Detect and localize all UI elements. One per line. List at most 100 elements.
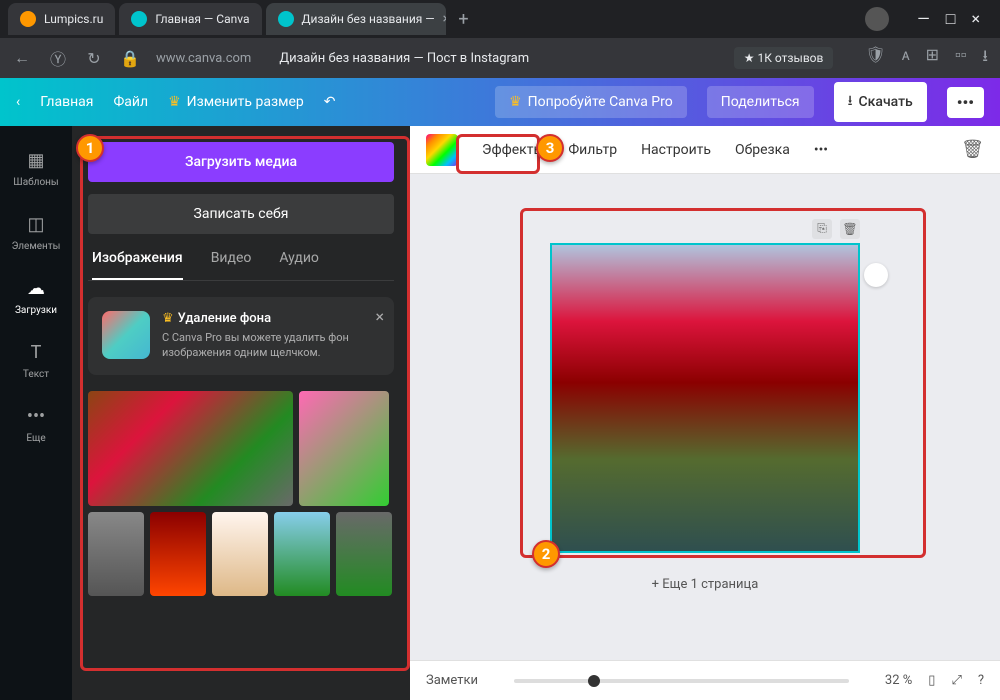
address-bar: ← Ⓨ ↻ 🔒 www.canva.com Дизайн без названи…	[0, 38, 1000, 78]
slider-thumb[interactable]	[588, 675, 600, 687]
crop-button[interactable]: Обрезка	[735, 142, 790, 158]
new-tab-button[interactable]: +	[450, 5, 478, 33]
page-title: Дизайн без названия — Пост в Instagram	[279, 51, 529, 66]
bg-remove-promo: ♛Удаление фона С Canva Pro вы можете уда…	[88, 297, 394, 375]
bottom-bar: Заметки 32 % ▯ ⤢ ?	[410, 660, 1000, 700]
download-button[interactable]: ⭳Скачать	[834, 82, 927, 122]
add-page-button[interactable]: + Еще 1 страница	[652, 577, 759, 592]
rail-elements[interactable]: ◫Элементы	[0, 202, 72, 262]
upload-thumbnail[interactable]	[88, 391, 293, 506]
rotate-handle[interactable]	[864, 263, 888, 287]
cloud-upload-icon: ☁	[24, 277, 48, 301]
help-icon[interactable]: ?	[978, 673, 984, 688]
rail-text[interactable]: TТекст	[0, 330, 72, 390]
upload-thumbnail[interactable]	[336, 512, 392, 596]
more-icon: •••	[24, 405, 48, 429]
close-icon[interactable]: ×	[375, 307, 384, 326]
selected-image[interactable]	[550, 243, 860, 553]
uploads-panel: Загрузить медиа Записать себя Изображени…	[72, 126, 410, 700]
upload-thumbnail[interactable]	[150, 512, 206, 596]
color-picker[interactable]	[426, 134, 458, 166]
zoom-value[interactable]: 32 %	[885, 673, 912, 688]
file-menu[interactable]: Файл	[113, 94, 148, 110]
profile-avatar[interactable]	[865, 7, 889, 31]
media-tabs: Изображения Видео Аудио	[88, 250, 394, 281]
tab-label: Дизайн без названия —	[302, 12, 435, 26]
maximize-icon[interactable]: □	[946, 9, 956, 29]
marker-1: 1	[76, 134, 104, 162]
promo-desc: С Canva Pro вы можете удалить фон изобра…	[162, 330, 380, 361]
marker-3: 3	[536, 134, 564, 162]
upload-thumbnail[interactable]	[212, 512, 268, 596]
upload-thumbnail[interactable]	[88, 512, 144, 596]
upload-thumbnail[interactable]	[299, 391, 389, 506]
translate-icon[interactable]: ᴀ	[902, 45, 910, 72]
delete-page-icon[interactable]: 🗑	[840, 219, 860, 239]
collections-icon[interactable]: ▫▫	[955, 45, 966, 72]
resize-button[interactable]: ♛Изменить размер	[168, 94, 304, 110]
page-grid-icon[interactable]: ▯	[928, 673, 935, 688]
filter-button[interactable]: Фильтр	[568, 142, 617, 158]
favicon	[20, 11, 36, 27]
try-pro-button[interactable]: ♛Попробуйте Canva Pro	[495, 86, 687, 118]
promo-icon	[102, 311, 150, 359]
undo-icon[interactable]: ↶	[324, 94, 336, 110]
upload-thumbnail[interactable]	[274, 512, 330, 596]
reload-icon[interactable]: ↻	[84, 49, 104, 68]
thumbnail-grid	[88, 391, 394, 596]
browser-tab[interactable]: Lumpics.ru	[8, 3, 115, 35]
record-yourself-button[interactable]: Записать себя	[88, 194, 394, 234]
url-text[interactable]: www.canva.com	[156, 51, 251, 66]
duplicate-page-icon[interactable]: ⎘	[812, 219, 832, 239]
image-toolbar: Эффекты Фильтр Настроить Обрезка ••• 🗑	[410, 126, 1000, 174]
left-rail: ▦Шаблоны ◫Элементы ☁Загрузки TТекст •••Е…	[0, 126, 72, 700]
app-header: ‹ Главная Файл ♛Изменить размер ↶ ♛Попро…	[0, 78, 1000, 126]
lock-icon: 🔒	[120, 49, 140, 68]
browser-tab[interactable]: Главная — Canva	[119, 3, 261, 35]
rail-uploads[interactable]: ☁Загрузки	[0, 266, 72, 326]
canvas-area: Эффекты Фильтр Настроить Обрезка ••• 🗑 ⎘…	[410, 126, 1000, 700]
browser-tab-active[interactable]: Дизайн без названия — ×	[266, 3, 446, 35]
adjust-button[interactable]: Настроить	[641, 142, 711, 158]
tab-video[interactable]: Видео	[211, 250, 252, 280]
shield-icon[interactable]: 🛡	[865, 45, 885, 72]
trash-icon[interactable]: 🗑	[961, 139, 984, 160]
more-button[interactable]: •••	[947, 87, 984, 118]
back-icon[interactable]: ←	[12, 48, 32, 68]
minimize-icon[interactable]: —	[917, 9, 930, 29]
crown-icon: ♛	[168, 94, 181, 110]
templates-icon: ▦	[24, 149, 48, 173]
upload-media-button[interactable]: Загрузить медиа	[88, 142, 394, 182]
yandex-icon[interactable]: Ⓨ	[48, 46, 68, 70]
browser-tab-strip: Lumpics.ru Главная — Canva Дизайн без на…	[0, 0, 1000, 38]
effects-button[interactable]: Эффекты	[482, 142, 544, 158]
download-icon[interactable]: ⭳	[982, 45, 988, 72]
marker-2: 2	[532, 540, 560, 568]
canvas-viewport[interactable]: ⎘ 🗑 + Еще 1 страница	[410, 174, 1000, 660]
fullscreen-icon[interactable]: ⤢	[951, 673, 961, 688]
back-button[interactable]: ‹	[16, 94, 20, 110]
tab-label: Lumpics.ru	[44, 12, 103, 26]
tab-label: Главная — Canva	[155, 12, 249, 26]
zoom-slider[interactable]	[514, 679, 849, 683]
share-button[interactable]: Поделиться	[707, 86, 814, 118]
elements-icon: ◫	[24, 213, 48, 237]
notes-button[interactable]: Заметки	[426, 673, 478, 688]
text-icon: T	[24, 341, 48, 365]
tab-images[interactable]: Изображения	[92, 250, 183, 280]
download-icon: ⭳	[848, 90, 853, 114]
reviews-badge[interactable]: ★ 1К отзывов	[734, 47, 834, 69]
favicon	[278, 11, 294, 27]
extensions-icon[interactable]: ⊞	[926, 45, 939, 72]
close-icon[interactable]: ×	[971, 9, 980, 29]
favicon	[131, 11, 147, 27]
tab-audio[interactable]: Аудио	[279, 250, 319, 280]
rail-more[interactable]: •••Еще	[0, 394, 72, 454]
close-icon[interactable]: ×	[443, 12, 446, 26]
home-button[interactable]: Главная	[40, 94, 93, 110]
rail-templates[interactable]: ▦Шаблоны	[0, 138, 72, 198]
crown-icon: ♛	[162, 311, 174, 326]
window-controls: — □ ×	[905, 9, 992, 29]
more-button[interactable]: •••	[814, 142, 828, 158]
promo-title: ♛Удаление фона	[162, 311, 380, 326]
